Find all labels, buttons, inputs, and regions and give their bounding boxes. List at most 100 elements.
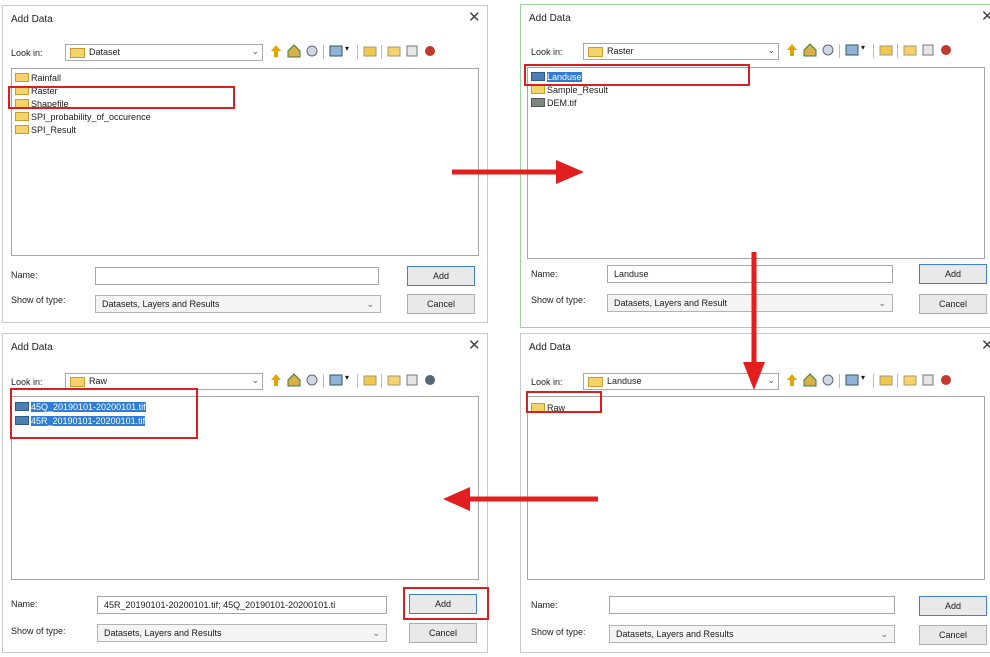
raster-icon	[531, 72, 545, 81]
look-in-dropdown[interactable]: Landuse ⌄	[583, 373, 779, 390]
catalog-icon[interactable]	[405, 373, 419, 387]
list-item-label: SPI_Result	[31, 125, 77, 135]
list-item[interactable]: 45Q_20190101-20200101.tif	[15, 401, 146, 414]
look-in-dropdown[interactable]: Raster ⌄	[583, 43, 779, 60]
list-item[interactable]: Landuse	[531, 71, 582, 84]
list-item[interactable]: Shapefile	[15, 98, 69, 111]
list-item-label: Raster	[31, 86, 58, 96]
chevron-down-icon[interactable]: ▾	[345, 44, 353, 58]
look-in-label: Look in:	[11, 377, 43, 387]
file-list[interactable]: Raw	[527, 396, 985, 580]
add-button[interactable]: Add	[407, 266, 475, 286]
name-field[interactable]	[95, 267, 379, 285]
list-item[interactable]: Sample_Result	[531, 84, 608, 97]
chevron-down-icon[interactable]: ▾	[861, 43, 869, 57]
new-folder-icon[interactable]	[363, 373, 377, 387]
list-item[interactable]: SPI_Result	[15, 124, 76, 137]
look-in-dropdown[interactable]: Dataset ⌄	[65, 44, 263, 61]
options-icon[interactable]	[423, 44, 437, 58]
cancel-button[interactable]: Cancel	[409, 623, 477, 643]
type-dropdown[interactable]: Datasets, Layers and Results ⌄	[95, 295, 381, 313]
list-item-label: SPI_probability_of_occurence	[31, 112, 151, 122]
file-list[interactable]: Rainfall Raster Shapefile SPI_probabilit…	[11, 68, 479, 256]
close-icon[interactable]: ✕	[468, 10, 481, 25]
catalog-icon[interactable]	[405, 44, 419, 58]
look-in-label: Look in:	[531, 377, 563, 387]
toolbar-separator	[381, 374, 382, 388]
toolbar-separator	[323, 45, 324, 59]
file-list[interactable]: 45Q_20190101-20200101.tif 45R_20190101-2…	[11, 396, 479, 580]
file-list[interactable]: Landuse Sample_Result DEM.tif	[527, 67, 985, 259]
name-field[interactable]: Landuse	[607, 265, 893, 283]
options-icon[interactable]	[939, 373, 953, 387]
add-button[interactable]: Add	[919, 264, 987, 284]
new-folder-icon[interactable]	[363, 44, 377, 58]
folder-icon[interactable]	[387, 44, 401, 58]
dialog-title: Add Data	[529, 13, 571, 24]
home-icon[interactable]	[803, 43, 817, 57]
add-data-dialog-4: Add Data ✕ Look in: Landuse ⌄ ▾ Raw Name…	[520, 333, 990, 653]
chevron-down-icon[interactable]: ▾	[861, 373, 869, 387]
folder-icon	[588, 47, 603, 57]
view-icon[interactable]	[845, 373, 859, 387]
up-one-level-icon[interactable]	[269, 373, 283, 387]
options-icon[interactable]	[939, 43, 953, 57]
type-dropdown[interactable]: Datasets, Layers and Results ⌄	[97, 624, 387, 642]
folder-icon	[15, 112, 29, 121]
list-item[interactable]: SPI_probability_of_occurence	[15, 111, 151, 124]
folder-icon[interactable]	[387, 373, 401, 387]
dialog-title: Add Data	[529, 342, 571, 353]
close-icon[interactable]: ✕	[981, 9, 990, 24]
connect-folder-icon[interactable]	[305, 373, 319, 387]
chevron-down-icon: ⌄	[366, 299, 374, 309]
up-one-level-icon[interactable]	[785, 373, 799, 387]
catalog-icon[interactable]	[921, 43, 935, 57]
new-folder-icon[interactable]	[879, 373, 893, 387]
type-dropdown[interactable]: Datasets, Layers and Results ⌄	[609, 625, 895, 643]
folder-icon	[15, 73, 29, 82]
dialog-title: Add Data	[11, 14, 53, 25]
name-label: Name:	[11, 599, 38, 609]
catalog-icon[interactable]	[921, 373, 935, 387]
name-label: Name:	[11, 270, 38, 280]
view-icon[interactable]	[329, 44, 343, 58]
chevron-down-icon: ⌄	[767, 45, 775, 55]
close-icon[interactable]: ✕	[981, 338, 990, 353]
close-icon[interactable]: ✕	[468, 338, 481, 353]
connect-folder-icon[interactable]	[305, 44, 319, 58]
up-one-level-icon[interactable]	[785, 43, 799, 57]
folder-icon	[15, 99, 29, 108]
cancel-button[interactable]: Cancel	[407, 294, 475, 314]
up-one-level-icon[interactable]	[269, 44, 283, 58]
folder-icon[interactable]	[903, 373, 917, 387]
list-item[interactable]: Rainfall	[15, 72, 61, 85]
list-item[interactable]: 45R_20190101-20200101.tif	[15, 415, 146, 428]
list-item-label: DEM.tif	[547, 98, 577, 108]
add-data-dialog-1: Add Data ✕ Look in: Dataset ⌄ ▾ Rainfall…	[2, 5, 488, 323]
folder-icon[interactable]	[903, 43, 917, 57]
home-icon[interactable]	[287, 44, 301, 58]
look-in-dropdown[interactable]: Raw ⌄	[65, 373, 263, 390]
list-item-label: 45R_20190101-20200101.tif	[31, 416, 146, 426]
list-item[interactable]: DEM.tif	[531, 97, 577, 110]
list-item[interactable]: Raw	[531, 402, 565, 415]
view-icon[interactable]	[845, 43, 859, 57]
name-field[interactable]: 45R_20190101-20200101.tif; 45Q_20190101-…	[97, 596, 387, 614]
chevron-down-icon[interactable]: ▾	[345, 373, 353, 387]
cancel-button[interactable]: Cancel	[919, 625, 987, 645]
connect-folder-icon[interactable]	[821, 43, 835, 57]
view-icon[interactable]	[329, 373, 343, 387]
toolbar-separator	[357, 374, 358, 388]
list-item[interactable]: Raster	[15, 85, 58, 98]
add-button[interactable]: Add	[919, 596, 987, 616]
cancel-button[interactable]: Cancel	[919, 294, 987, 314]
options-icon[interactable]	[423, 373, 437, 387]
home-icon[interactable]	[287, 373, 301, 387]
chevron-down-icon: ⌄	[767, 375, 775, 385]
home-icon[interactable]	[803, 373, 817, 387]
type-dropdown[interactable]: Datasets, Layers and Result ⌄	[607, 294, 893, 312]
name-field[interactable]	[609, 596, 895, 614]
connect-folder-icon[interactable]	[821, 373, 835, 387]
add-button[interactable]: Add	[409, 594, 477, 614]
new-folder-icon[interactable]	[879, 43, 893, 57]
